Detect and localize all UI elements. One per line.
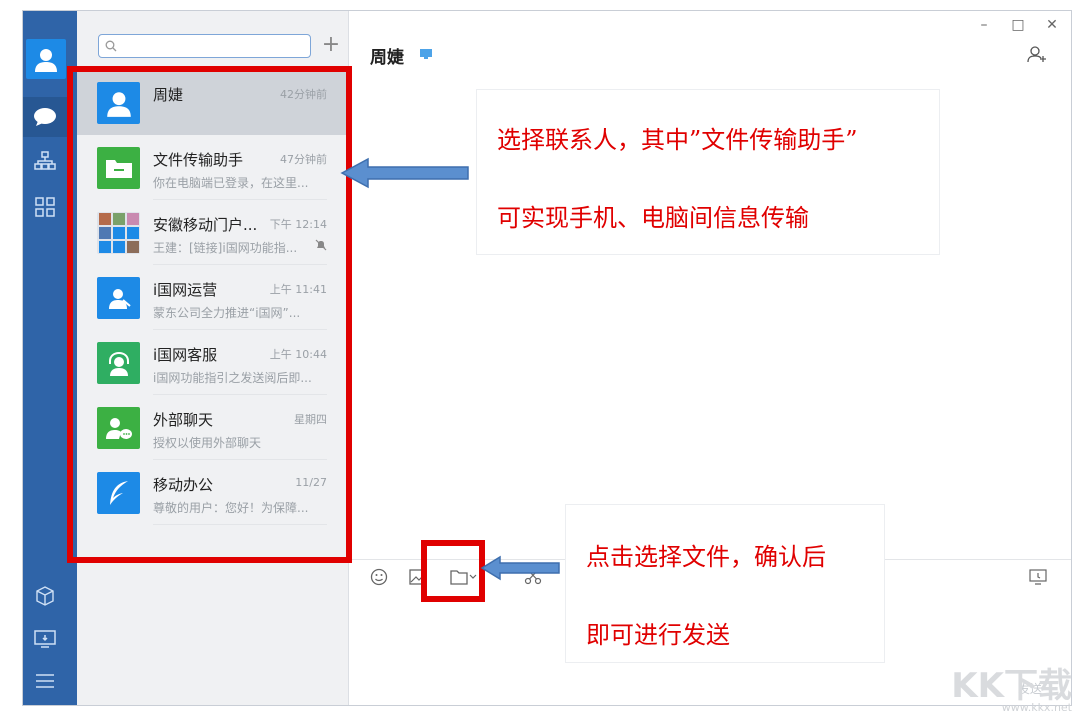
apps-grid-icon [35, 197, 55, 217]
callout-select-contact: 选择联系人，其中”文件传输助手” 可实现手机、电脑间信息传输 [477, 90, 939, 254]
monitor-icon [34, 630, 56, 648]
callout-line: 可实现手机、电脑间信息传输 [497, 204, 809, 232]
emoji-button[interactable] [366, 564, 392, 590]
monitor-icon [1029, 569, 1047, 585]
highlight-box-contacts [67, 66, 352, 563]
rail-screen-button[interactable] [23, 619, 67, 659]
cube-icon [36, 586, 54, 606]
chat-bubble-icon [34, 108, 56, 126]
arrow-left-icon [340, 157, 469, 189]
desktop-online-icon [420, 49, 432, 59]
highlight-box-file-button [421, 540, 485, 602]
add-button[interactable]: + [321, 34, 341, 57]
rail-cube-button[interactable] [23, 576, 67, 616]
search-input[interactable] [119, 37, 307, 55]
watermark: KK下载 www.kkx.net [951, 666, 1072, 714]
minimize-button[interactable]: – [971, 15, 997, 35]
rail-menu-button[interactable] [23, 661, 67, 701]
callout-select-file: 点击选择文件，确认后 即可进行发送 [566, 505, 884, 662]
rail-contacts-button[interactable] [23, 141, 67, 181]
arrow-left-icon [480, 555, 560, 581]
callout-line: 选择联系人，其中”文件传输助手” [497, 126, 858, 154]
add-person-icon[interactable] [1027, 45, 1047, 63]
search-icon [105, 40, 117, 52]
person-icon [35, 49, 57, 72]
callout-line: 即可进行发送 [586, 621, 730, 649]
smiley-icon [370, 568, 388, 586]
user-avatar[interactable] [26, 39, 66, 79]
rail-messages-button[interactable] [23, 97, 67, 137]
hamburger-menu-icon [36, 674, 54, 688]
rail-apps-button[interactable] [23, 187, 67, 227]
history-button[interactable] [1025, 564, 1051, 590]
close-button[interactable]: ✕ [1039, 15, 1065, 35]
maximize-button[interactable]: □ [1005, 15, 1031, 35]
chat-title: 周婕 [370, 48, 404, 68]
watermark-main: KK下载 [951, 666, 1072, 706]
org-chart-icon [34, 151, 56, 170]
callout-line: 点击选择文件，确认后 [586, 543, 826, 571]
search-box[interactable] [98, 34, 311, 58]
